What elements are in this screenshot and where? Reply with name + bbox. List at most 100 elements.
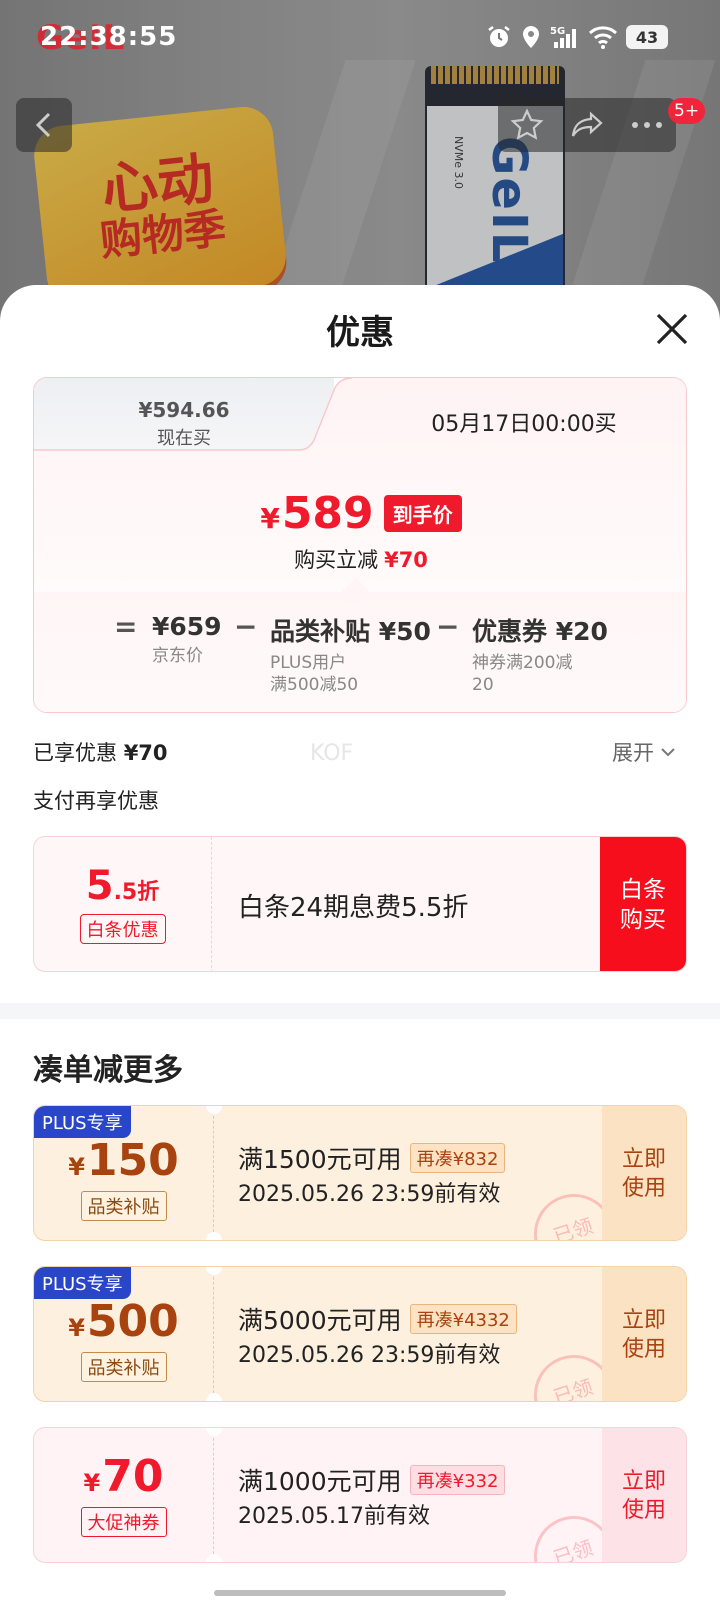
pay-discount-title: 支付再享优惠 — [33, 789, 159, 813]
minus-sign: − — [436, 610, 460, 643]
status-bar: GeIL 22:38:55 5G 43 — [0, 0, 720, 80]
final-price: ¥589 — [260, 488, 373, 539]
section-title: 凑单减更多 — [33, 1053, 183, 1088]
reduce-amount: ¥70 — [384, 548, 428, 572]
coupon-condition: 满5000元可用 再凑¥4332 — [238, 1301, 517, 1337]
coupon-yen: ¥ — [83, 1469, 101, 1497]
jd-price-item: ¥659 京东价 — [152, 612, 222, 667]
close-button[interactable] — [650, 307, 694, 351]
baitiao-card: 5.5折 白条优惠 白条24期息费5.5折 白条 购买 — [33, 836, 687, 972]
coupon-sub2: 20 — [472, 675, 494, 695]
use-line1: 立即 — [621, 1469, 666, 1494]
baitiao-buy-button[interactable]: 白条 购买 — [600, 837, 686, 971]
price-breakdown: = ¥659 京东价 − 品类补贴 ¥50 PLUS用户 满500减50 − 优… — [34, 577, 686, 712]
coupon-value-box: ¥70 大促神券 — [34, 1428, 214, 1562]
enjoyed-discount: 已享优惠 ¥70 — [33, 737, 168, 767]
use-line2: 使用 — [621, 1176, 666, 1201]
coupon-notch — [206, 1554, 222, 1562]
baitiao-discount-suffix: .5折 — [113, 880, 160, 905]
signal-5g-icon: 5G — [550, 26, 576, 48]
coupon-amount-value: 70 — [102, 1451, 164, 1502]
coupon-amount: ¥150 — [68, 1139, 179, 1183]
coupon-type-chip: 品类补贴 — [80, 1191, 167, 1221]
baitiao-discount: 5.5折 — [86, 866, 160, 906]
status-icons: 5G 43 — [486, 24, 668, 50]
coupon-notch — [206, 1393, 222, 1401]
baitiao-buy-line1: 白条 — [620, 877, 666, 903]
svg-text:5G: 5G — [550, 26, 565, 37]
coupon-yen: ¥ — [68, 1314, 85, 1342]
coupon-more-needed: 再凑¥832 — [409, 1143, 506, 1173]
section-divider — [0, 1003, 720, 1019]
coupon-validity: 2025.05.17前有效 — [238, 1504, 430, 1529]
tab-now-label: 现在买 — [157, 428, 211, 449]
home-indicator[interactable] — [214, 1590, 506, 1596]
use-line2: 使用 — [621, 1337, 666, 1362]
coupon-type-chip: 大促神券 — [80, 1507, 167, 1537]
expand-label: 展开 — [612, 741, 654, 765]
battery-indicator: 43 — [626, 25, 668, 49]
coupon-card: ¥500 品类补贴 PLUS专享 满5000元可用 再凑¥4332 2025.0… — [33, 1266, 687, 1402]
chevron-left-icon — [35, 112, 51, 138]
reduce-label: 购买立减 — [294, 548, 379, 572]
coupon-amount: ¥500 — [68, 1300, 179, 1344]
coupon-card: ¥150 品类补贴 PLUS专享 满1500元可用 再凑¥832 2025.05… — [33, 1105, 687, 1241]
share-icon[interactable] — [569, 110, 605, 140]
baitiao-discount-value: 5 — [85, 863, 114, 909]
price-card: ¥594.66 现在买 05月17日00:00买 ¥589 到手价 购买立减 ¥7… — [33, 377, 687, 713]
use-line1: 立即 — [621, 1147, 666, 1172]
enjoyed-amount: ¥70 — [123, 741, 168, 765]
enjoyed-label: 已享优惠 — [33, 741, 117, 765]
use-coupon-button[interactable]: 立即 使用 — [602, 1267, 686, 1401]
more-icon[interactable] — [630, 120, 664, 130]
star-icon[interactable] — [510, 108, 544, 142]
plus-tag: PLUS专享 — [34, 1106, 131, 1138]
expand-button[interactable]: 展开 — [612, 737, 676, 767]
coupon-amount-value: 500 — [86, 1296, 179, 1347]
coupon-sub1: 神券满200减 — [472, 653, 573, 673]
jd-price: ¥659 — [152, 612, 222, 641]
final-price-value: 589 — [281, 488, 374, 539]
jd-price-label: 京东价 — [152, 646, 203, 666]
close-icon — [656, 313, 688, 345]
plus-tag: PLUS专享 — [34, 1267, 131, 1299]
subsidy-sub1: PLUS用户 — [270, 653, 347, 673]
use-coupon-button[interactable]: 立即 使用 — [602, 1428, 686, 1562]
coupon-type-chip: 品类补贴 — [80, 1352, 167, 1382]
coupon-notch — [206, 1232, 222, 1240]
final-price-tag: 到手价 — [383, 495, 462, 532]
baitiao-text: 白条24期息费5.5折 — [238, 893, 469, 923]
coupon-amount-value: 150 — [86, 1135, 179, 1186]
subsidy-sub2: 满500减50 — [270, 675, 359, 695]
coupon-condition: 满1000元可用 再凑¥332 — [238, 1462, 506, 1498]
use-coupon-button[interactable]: 立即 使用 — [602, 1106, 686, 1240]
baitiao-discount-box: 5.5折 白条优惠 — [34, 837, 212, 971]
coupon-item: 优惠券 ¥20 神券满200减 20 — [472, 612, 608, 696]
coupon-amount: ¥70 — [84, 1455, 164, 1499]
clock: 22:38:55 — [40, 22, 178, 52]
equals-sign: = — [114, 610, 138, 643]
tab-buy-now[interactable]: ¥594.66 现在买 — [34, 378, 334, 452]
tab-now-price: ¥594.66 — [138, 398, 230, 422]
breakdown-notch — [341, 577, 371, 607]
top-actions — [498, 98, 676, 152]
baitiao-chip: 白条优惠 — [79, 914, 166, 944]
coupon-condition-text: 满1000元可用 — [238, 1467, 402, 1496]
coupon-card: ¥70 大促神券 满1000元可用 再凑¥332 2025.05.17前有效 已… — [33, 1427, 687, 1563]
coupon-yen: ¥ — [68, 1153, 85, 1181]
coupon-more-needed: 再凑¥4332 — [409, 1304, 517, 1334]
reduce-row: 购买立减 ¥70 — [34, 544, 686, 574]
minus-sign: − — [234, 610, 258, 643]
final-price-row: ¥589 到手价 — [34, 488, 686, 539]
back-button[interactable] — [16, 98, 72, 152]
coupon-condition-text: 满1500元可用 — [238, 1145, 402, 1174]
coupon-amount: 优惠券 ¥20 — [472, 617, 608, 646]
watermark: KOF — [310, 741, 354, 766]
message-badge: 5+ — [668, 98, 706, 124]
subsidy-amount: 品类补贴 ¥50 — [270, 617, 431, 646]
coupon-more-needed: 再凑¥332 — [409, 1465, 506, 1495]
use-line2: 使用 — [621, 1498, 666, 1523]
discount-sheet: 优惠 ¥594.66 现在买 05月17日00:00买 ¥589 到手价 购买立… — [0, 285, 720, 1600]
coupon-condition-text: 满5000元可用 — [238, 1306, 402, 1335]
tab-future-price[interactable]: 05月17日00:00买 — [374, 406, 674, 438]
